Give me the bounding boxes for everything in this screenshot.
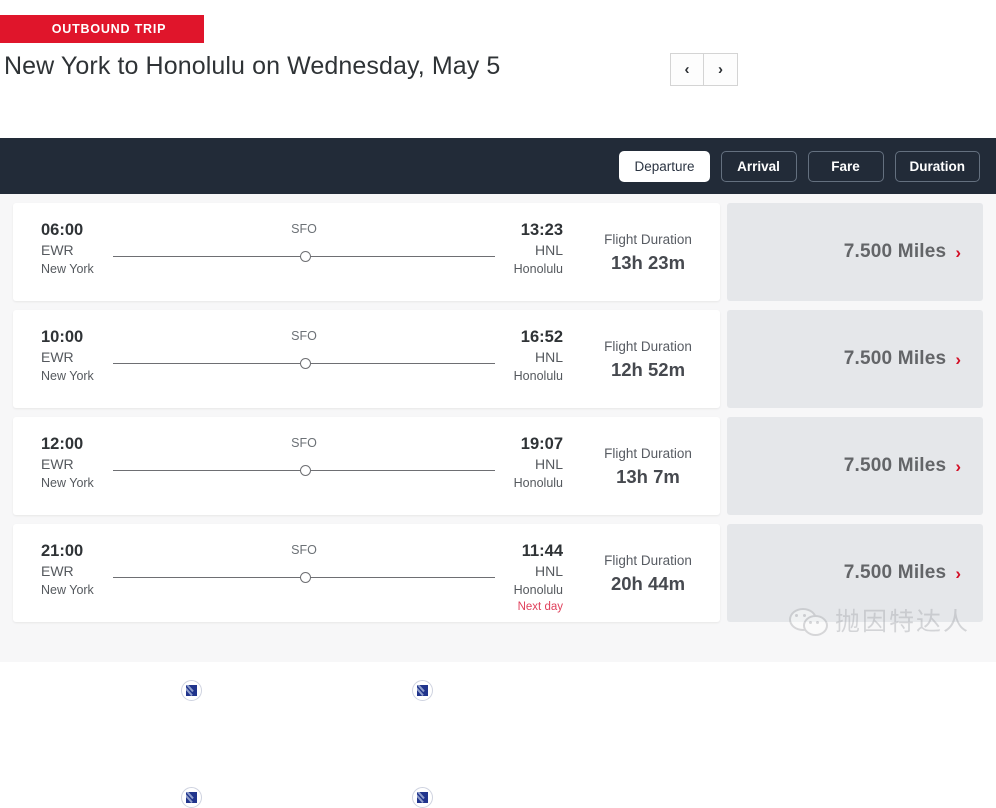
arrival-segment: 11:44 HNL Honolulu Next day (483, 541, 563, 615)
flight-duration-label: Flight Duration (604, 446, 692, 461)
chevron-right-icon: › (955, 349, 961, 369)
flight-duration-label: Flight Duration (604, 339, 692, 354)
fare-price: 7.500 Miles (843, 455, 947, 476)
flight-duration-value: 13h 7m (616, 466, 680, 487)
stopover-code: SFO (291, 329, 317, 343)
fare-select-button[interactable]: 7.500 Miles › (727, 310, 983, 408)
departure-city: New York (41, 369, 94, 383)
flight-duration-value: 20h 44m (610, 573, 686, 594)
arrival-airport-code: HNL (534, 242, 563, 258)
airline-logo-icon (181, 787, 202, 808)
flight-row: 06:00 EWR New York SFO 13:23 HNL Honolul… (0, 203, 996, 487)
fare-select-button[interactable]: 7.500 Miles › (727, 524, 983, 622)
flight-duration-label: Flight Duration (604, 232, 692, 247)
flight-row: 10:00 EWR New York SFO 16:52 HNL Honolul… (0, 310, 996, 594)
departure-city: New York (41, 476, 94, 490)
arrival-time: 19:07 (520, 435, 563, 453)
sort-button-duration[interactable]: Duration (894, 150, 980, 182)
flight-duration: Flight Duration 13h 23m (583, 229, 713, 276)
fare-select-button[interactable]: 7.500 Miles › (727, 203, 983, 301)
flight-duration-label: Flight Duration (604, 553, 692, 568)
sort-button-fare[interactable]: Fare (807, 150, 884, 182)
flight-row: 21:00 EWR New York SFO 11:44 HNL Honolul… (0, 524, 996, 808)
chevron-right-icon: › (955, 456, 961, 476)
departure-city: New York (41, 583, 94, 597)
arrival-segment: 19:07 HNL Honolulu (483, 434, 563, 492)
flight-card[interactable]: 21:00 EWR New York SFO 11:44 HNL Honolul… (13, 524, 720, 808)
sort-button-departure[interactable]: Departure (619, 150, 710, 182)
arrival-city: Honolulu (513, 583, 563, 597)
flight-card[interactable]: 06:00 EWR New York SFO 13:23 HNL Honolul… (13, 203, 720, 487)
flight-duration-value: 13h 23m (610, 252, 686, 273)
arrival-segment: 13:23 HNL Honolulu (483, 220, 563, 278)
outbound-trip-badge: OUTBOUND TRIP (0, 15, 204, 43)
arrival-airport-code: HNL (534, 563, 563, 579)
stopover-dot (300, 251, 311, 262)
arrival-segment: 16:52 HNL Honolulu (483, 327, 563, 385)
arrival-airport-code: HNL (534, 456, 563, 472)
flight-card[interactable]: 10:00 EWR New York SFO 16:52 HNL Honolul… (13, 310, 720, 594)
flight-row: 12:00 EWR New York SFO 19:07 HNL Honolul… (0, 417, 996, 701)
flight-duration: Flight Duration 12h 52m (583, 336, 713, 383)
departure-airport-code: EWR (41, 242, 74, 258)
chevron-right-icon: › (955, 563, 961, 583)
next-day-label: Next day (517, 601, 563, 613)
fare-price: 7.500 Miles (843, 241, 947, 262)
arrival-time: 13:23 (520, 221, 563, 239)
date-navigation: ‹ › (670, 53, 738, 86)
arrival-time: 16:52 (520, 328, 563, 346)
departure-airport-code: EWR (41, 563, 74, 579)
arrival-city: Honolulu (513, 262, 563, 276)
airline-logo-icon (412, 787, 433, 808)
arrival-city: Honolulu (513, 369, 563, 383)
departure-airport-code: EWR (41, 456, 74, 472)
flight-duration: Flight Duration 20h 44m (583, 550, 713, 597)
flight-duration-value: 12h 52m (610, 359, 686, 380)
sort-bar: Departure Arrival Fare Duration (0, 138, 996, 194)
flight-results-list: 06:00 EWR New York SFO 13:23 HNL Honolul… (0, 194, 996, 808)
chevron-right-icon: › (955, 242, 961, 262)
fare-price: 7.500 Miles (843, 562, 947, 583)
stopover-dot (300, 358, 311, 369)
flight-duration: Flight Duration 13h 7m (583, 443, 713, 490)
stopover-dot (300, 465, 311, 476)
fare-price: 7.500 Miles (843, 348, 947, 369)
arrival-time: 11:44 (521, 542, 563, 560)
arrival-airport-code: HNL (534, 349, 563, 365)
fare-select-button[interactable]: 7.500 Miles › (727, 417, 983, 515)
stopover-dot (300, 572, 311, 583)
airline-logo-icon (412, 680, 433, 701)
departure-airport-code: EWR (41, 349, 74, 365)
flight-card[interactable]: 12:00 EWR New York SFO 19:07 HNL Honolul… (13, 417, 720, 701)
stopover-code: SFO (291, 222, 317, 236)
sort-button-arrival[interactable]: Arrival (720, 150, 797, 182)
trip-header: OUTBOUND TRIP New York to Honolulu on We… (0, 0, 996, 138)
stopover-code: SFO (291, 436, 317, 450)
arrival-city: Honolulu (513, 476, 563, 490)
next-day-button[interactable]: › (704, 53, 738, 86)
previous-day-button[interactable]: ‹ (670, 53, 704, 86)
stopover-code: SFO (291, 543, 317, 557)
departure-city: New York (41, 262, 94, 276)
airline-logo-icon (181, 680, 202, 701)
page-title: New York to Honolulu on Wednesday, May 5 (4, 52, 501, 80)
